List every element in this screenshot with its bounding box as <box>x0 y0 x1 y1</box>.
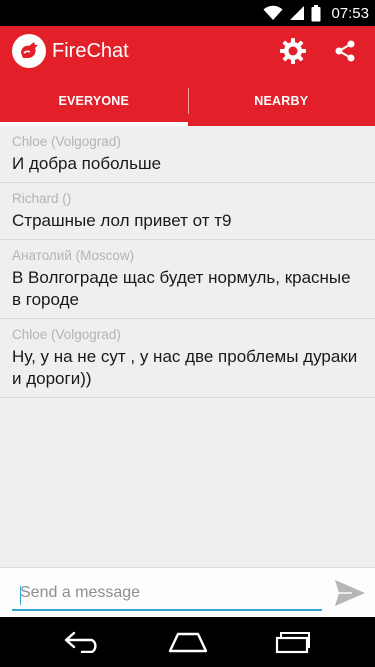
tab-everyone[interactable]: EVERYONE <box>0 76 188 126</box>
message-text: Ну, у на не сут , у нас две проблемы дур… <box>12 347 358 388</box>
message-author: Chloe (Volgograd) <box>12 134 121 149</box>
message-item[interactable]: Richard () Страшные лол привет от т9 <box>0 183 375 240</box>
back-icon[interactable] <box>53 622 113 662</box>
recents-icon[interactable] <box>263 622 323 662</box>
battery-icon <box>311 4 321 22</box>
send-icon <box>335 580 365 606</box>
message-author: Анатолий (Moscow) <box>12 248 135 263</box>
signal-icon <box>289 5 305 21</box>
share-icon[interactable] <box>323 29 367 73</box>
app-title: FireChat <box>52 39 129 62</box>
message-input[interactable] <box>12 577 322 611</box>
message-author: Chloe (Volgograd) <box>12 327 121 342</box>
message-item[interactable]: Анатолий (Moscow) В Волгограде щас будет… <box>0 240 375 319</box>
message-item[interactable]: Chloe (Volgograd) Ну, у на не сут , у на… <box>0 319 375 398</box>
firechat-screen: 07:53 FireChat EVERYONE NEARBY Chloe (Vo… <box>0 0 375 667</box>
message-text: И добра побольше <box>12 154 162 173</box>
settings-gear-icon[interactable] <box>271 29 315 73</box>
message-composer <box>0 567 375 617</box>
tab-label: NEARBY <box>254 94 309 108</box>
system-nav-bar <box>0 617 375 667</box>
wifi-icon <box>263 5 283 21</box>
message-text: Страшные лол привет от т9 <box>12 211 232 230</box>
tab-bar: EVERYONE NEARBY <box>0 76 375 126</box>
tab-label: EVERYONE <box>58 94 130 108</box>
send-button[interactable] <box>330 574 370 612</box>
home-icon[interactable] <box>158 622 218 662</box>
firechat-logo-icon[interactable] <box>12 34 46 68</box>
message-text: В Волгограде щас будет нормуль, красные … <box>12 268 351 309</box>
message-list[interactable]: Chloe (Volgograd) И добра побольше Richa… <box>0 126 375 398</box>
text-cursor <box>20 586 21 605</box>
status-bar: 07:53 <box>0 0 375 26</box>
app-bar: FireChat <box>0 26 375 76</box>
message-item[interactable]: Chloe (Volgograd) И добра побольше <box>0 126 375 183</box>
status-clock: 07:53 <box>331 4 369 22</box>
message-author: Richard () <box>12 191 72 206</box>
tab-nearby[interactable]: NEARBY <box>187 76 375 126</box>
